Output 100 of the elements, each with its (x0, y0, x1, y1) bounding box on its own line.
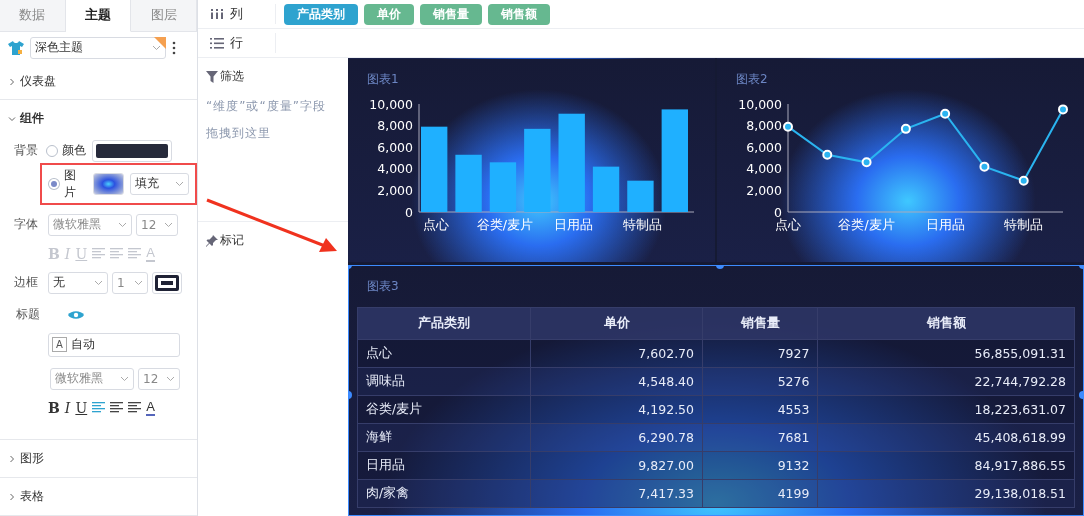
y-tick-label: 8,000 (377, 118, 413, 134)
chevron-icon (8, 454, 16, 463)
border-style-select[interactable]: 无 (48, 271, 108, 294)
chart-panel[interactable]: 图表1 0 2,000 4,000 6,000 8,000 10,000 点心 谷类/麦片 日用品 特制品 (348, 58, 715, 263)
table-cell: 56,855,091.31 (817, 339, 1075, 368)
eye-icon[interactable] (68, 309, 84, 320)
column-header: 单价 (530, 307, 703, 340)
align-icon[interactable] (128, 402, 142, 414)
y-tick-label: 4,000 (377, 161, 413, 177)
field-label: 背景 (14, 142, 39, 160)
table-cell: 7927 (702, 339, 818, 368)
table-cell: 5276 (702, 367, 818, 396)
table-cell: 日用品 (357, 451, 531, 480)
image-thumbnail[interactable] (93, 172, 125, 195)
column-header: 销售量 (702, 307, 818, 340)
size-select[interactable]: 12 (138, 367, 180, 390)
x-tick-label: 点心 (423, 217, 450, 232)
x-tick-label: 谷类/麦片 (838, 217, 895, 232)
table-cell: 29,138,018.51 (817, 479, 1075, 508)
y-tick-label: 8,000 (746, 118, 782, 134)
font-color-button[interactable]: A (146, 399, 155, 416)
table-cell: 4,192.50 (530, 395, 703, 424)
format-button[interactable]: I (64, 400, 71, 415)
format-button[interactable]: U (75, 400, 88, 415)
caret-icon (164, 221, 173, 228)
title-input[interactable]: A 自动 (48, 332, 180, 357)
x-tick-label: 日用品 (554, 217, 594, 232)
card-title: 标记 (220, 232, 244, 249)
color-swatch[interactable] (92, 139, 172, 162)
column-header: 销售额 (817, 307, 1075, 340)
fit-select[interactable]: 填充 (130, 172, 189, 195)
data-point (861, 157, 872, 168)
font-select[interactable]: 微软雅黑 (50, 367, 134, 390)
y-tick-label: 10,000 (738, 96, 782, 112)
table-cell: 海鲜 (357, 423, 531, 452)
table-cell: 6,290.78 (530, 423, 703, 452)
field-label: 边框 (14, 274, 39, 292)
x-tick-label: 特制品 (622, 217, 662, 232)
text-type-badge: A (52, 337, 67, 353)
y-tick-label: 2,000 (377, 182, 413, 198)
y-tick-label: 6,000 (377, 139, 413, 155)
align-icon[interactable] (110, 402, 124, 414)
y-tick-label: 0 (405, 204, 413, 220)
border-width-select[interactable]: 1 (112, 271, 148, 294)
bar (489, 162, 517, 212)
drop-hint: “维度”或“度量”字段拖拽到这里 (206, 98, 327, 142)
x-tick-label: 特制品 (1004, 217, 1044, 232)
radio-option[interactable]: 颜色 (46, 142, 86, 160)
table-cell: 7681 (702, 423, 818, 452)
table-cell: 调味品 (357, 367, 531, 396)
chart-panel[interactable]: 图表2 0 2,000 4,000 6,000 8,000 10,000 点心 谷类/麦片 日用品 特制品 (717, 58, 1084, 263)
columns-icon (210, 9, 224, 19)
table-cell: 点心 (357, 339, 531, 368)
bar (627, 180, 654, 212)
table-cell: 4,548.40 (530, 367, 703, 396)
size-select[interactable]: 12 (136, 213, 178, 236)
y-tick-label: 2,000 (746, 182, 782, 198)
data-point (1058, 104, 1068, 115)
chart-title: 图表2 (736, 71, 768, 88)
table-cell: 7,417.33 (530, 479, 703, 508)
font-select[interactable]: 微软雅黑 (48, 213, 132, 236)
y-tick-label: 6,000 (746, 139, 782, 155)
format-button[interactable]: B (48, 400, 60, 415)
table-cell: 谷类/麦片 (357, 395, 531, 424)
chevron-icon (8, 114, 16, 123)
field-label: 标题 (16, 306, 41, 324)
table-cell: 84,917,886.55 (817, 451, 1075, 480)
column-header: 产品类别 (357, 307, 531, 340)
table-panel[interactable] (348, 265, 1084, 516)
data-point (940, 108, 951, 119)
shelf-label: 列 (230, 5, 243, 23)
shelf-label: 行 (230, 34, 243, 52)
table-cell: 9,827.00 (530, 451, 703, 480)
x-tick-label: 点心 (775, 217, 801, 232)
pin-icon (206, 234, 218, 247)
theme-select[interactable]: 深色主题 (30, 36, 166, 59)
radio-option[interactable]: 图片 (48, 166, 87, 201)
bar (455, 154, 482, 212)
caret-icon (120, 375, 129, 382)
caret-icon (175, 180, 184, 187)
color-swatch[interactable] (152, 271, 182, 294)
card-title: 筛选 (220, 68, 244, 85)
table-cell: 18,223,631.07 (817, 395, 1075, 424)
data-point (783, 121, 793, 132)
table-cell: 7,602.70 (530, 339, 703, 368)
table-cell: 肉/家禽 (357, 479, 531, 508)
more-icon[interactable] (172, 40, 176, 55)
filter-icon (206, 70, 218, 83)
caret-icon (118, 221, 127, 228)
bar (592, 166, 620, 212)
list-icon (210, 37, 224, 49)
table-cell: 22,744,792.28 (817, 367, 1075, 396)
chart-title: 图表3 (367, 278, 399, 295)
data-point (979, 161, 990, 172)
field-label: 字体 (14, 216, 39, 234)
table-cell: 45,408,618.99 (817, 423, 1075, 452)
table-cell: 4553 (702, 395, 818, 424)
y-tick-label: 4,000 (746, 161, 782, 177)
chart-title: 图表1 (367, 71, 399, 88)
table-cell: 4199 (702, 479, 818, 508)
